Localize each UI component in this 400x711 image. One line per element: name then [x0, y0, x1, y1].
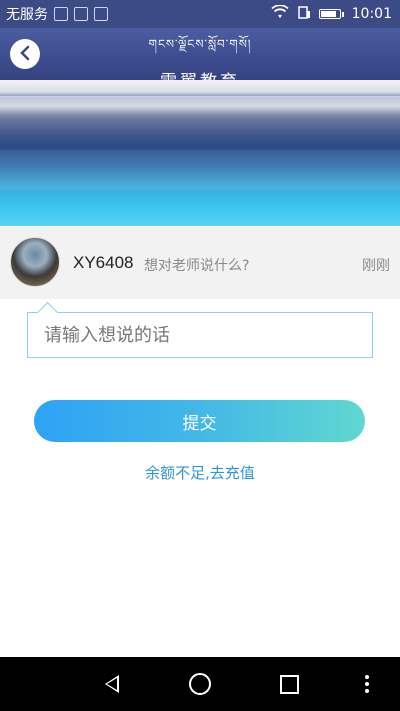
avatar[interactable] — [10, 237, 60, 287]
carrier-label: 无服务 — [6, 7, 48, 23]
image-icon — [74, 7, 88, 21]
notification-icon — [54, 7, 68, 21]
title-tibetan: གངས་ལྗོངས་སློབ་གསོ། — [148, 37, 252, 51]
nav-back-button[interactable] — [97, 669, 127, 699]
username: XY6408 — [73, 253, 134, 272]
recharge-link[interactable]: 余额不足,去充值 — [0, 462, 400, 483]
recents-square-icon — [279, 674, 299, 694]
sim-icon — [297, 5, 311, 23]
home-circle-icon — [189, 673, 211, 695]
status-bar: 无服务 10:01 — [0, 0, 400, 28]
message-row: XY6408 想对老师说什么? 刚刚 — [0, 227, 400, 299]
app-header: གངས་ལྗོངས་སློབ་གསོ། 雪翼教育 — [0, 28, 400, 92]
nav-menu-button[interactable] — [352, 669, 382, 699]
wifi-icon — [271, 4, 289, 23]
banner-image — [0, 80, 400, 226]
message-input[interactable] — [28, 313, 372, 357]
back-button[interactable] — [10, 39, 40, 69]
chevron-left-icon — [19, 42, 31, 66]
message-input-box — [27, 301, 373, 358]
more-dots-icon — [365, 675, 369, 693]
message-time: 刚刚 — [362, 258, 390, 274]
message-prompt: 想对老师说什么? — [144, 258, 250, 274]
clock: 10:01 — [351, 6, 392, 22]
submit-button[interactable]: 提交 — [34, 400, 365, 442]
banner-mountains — [0, 96, 400, 136]
nav-home-button[interactable] — [185, 669, 215, 699]
notification-icon — [94, 7, 108, 21]
nav-recents-button[interactable] — [274, 669, 304, 699]
back-triangle-icon — [105, 675, 119, 693]
battery-icon — [318, 9, 344, 19]
banner-water — [0, 150, 400, 190]
system-nav-bar — [0, 657, 400, 711]
